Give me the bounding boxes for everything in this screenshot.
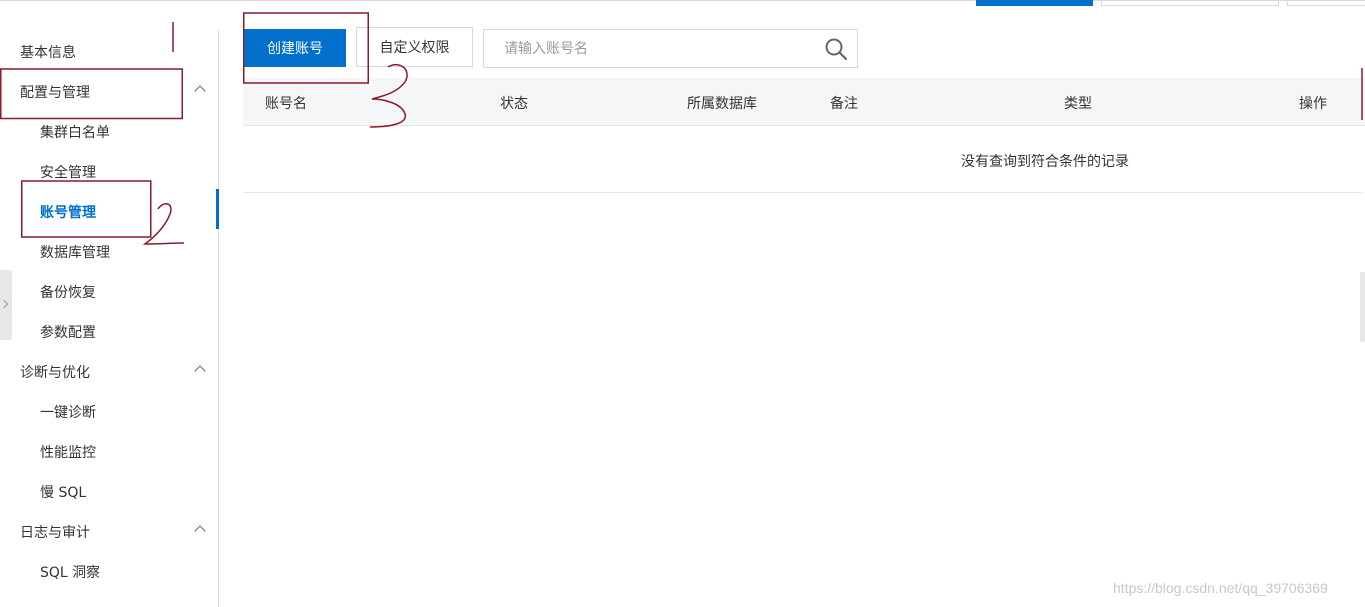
sidebar-item-databases[interactable]: 数据库管理	[0, 232, 218, 272]
sidebar-item-performance[interactable]: 性能监控	[0, 432, 218, 472]
sidebar-item-label: 安全管理	[40, 165, 96, 181]
chevron-up-icon	[194, 85, 206, 97]
sidebar-item-label: 诊断与优化	[20, 365, 90, 381]
custom-permissions-button[interactable]: 自定义权限	[356, 27, 473, 67]
sidebar: 基本信息 配置与管理 集群白名单 安全管理 账号管理 数据库管理 备份恢复 参数…	[0, 30, 218, 607]
sidebar-item-parameters[interactable]: 参数配置	[0, 312, 218, 352]
empty-state-text: 没有查询到符合条件的记录	[961, 154, 1129, 170]
sidebar-item-basic-info[interactable]: 基本信息	[0, 32, 218, 72]
sidebar-group-diagnosis[interactable]: 诊断与优化	[0, 352, 218, 392]
watermark: https://blog.csdn.net/qq_39706369	[1113, 580, 1328, 596]
chevron-right-icon	[0, 299, 9, 309]
create-account-button[interactable]: 创建账号	[244, 29, 346, 67]
sidebar-item-label: 账号管理	[40, 205, 96, 221]
sidebar-item-slow-sql[interactable]: 慢 SQL	[0, 472, 218, 512]
search-icon[interactable]	[824, 37, 848, 61]
sidebar-item-label: 性能监控	[40, 445, 96, 461]
sidebar-item-label: 一键诊断	[40, 405, 96, 421]
sidebar-item-label: 基本信息	[20, 45, 76, 61]
top-button-edge-2[interactable]	[1287, 0, 1365, 6]
sidebar-collapse-toggle[interactable]	[0, 270, 12, 340]
sidebar-item-whitelist[interactable]: 集群白名单	[0, 112, 218, 152]
sidebar-item-label: 日志与审计	[20, 525, 90, 541]
sidebar-group-logs[interactable]: 日志与审计	[0, 512, 218, 552]
sidebar-item-label: 备份恢复	[40, 285, 96, 301]
sidebar-item-security[interactable]: 安全管理	[0, 152, 218, 192]
table-header: 账号名 状态 所属数据库 备注 类型 操作	[243, 78, 1365, 126]
right-panel-toggle[interactable]	[1360, 272, 1365, 342]
column-header-type: 类型	[1064, 96, 1092, 112]
sidebar-item-label: 参数配置	[40, 325, 96, 341]
search-box	[483, 29, 858, 68]
column-header-status: 状态	[500, 96, 528, 112]
search-input[interactable]	[484, 30, 814, 67]
sidebar-item-sql-insight[interactable]: SQL 洞察	[0, 552, 218, 592]
column-header-account-name: 账号名	[265, 96, 307, 112]
active-indicator	[216, 189, 219, 229]
sidebar-item-label: 数据库管理	[40, 245, 110, 261]
chevron-up-icon	[194, 365, 206, 377]
top-primary-button-edge[interactable]	[976, 0, 1093, 6]
sidebar-divider	[218, 30, 219, 607]
table-empty-row: 没有查询到符合条件的记录	[243, 127, 1363, 193]
sidebar-item-label: 集群白名单	[40, 125, 110, 141]
sidebar-item-label: 配置与管理	[20, 85, 90, 101]
sidebar-item-one-click-diagnosis[interactable]: 一键诊断	[0, 392, 218, 432]
sidebar-group-config[interactable]: 配置与管理	[0, 72, 218, 112]
column-header-actions: 操作	[1299, 96, 1327, 112]
column-header-database: 所属数据库	[687, 96, 757, 112]
sidebar-item-label: 慢 SQL	[40, 485, 87, 501]
sidebar-item-accounts[interactable]: 账号管理	[0, 192, 218, 232]
sidebar-item-backup[interactable]: 备份恢复	[0, 272, 218, 312]
chevron-up-icon	[194, 525, 206, 537]
column-header-remark: 备注	[830, 96, 858, 112]
page: 基本信息 配置与管理 集群白名单 安全管理 账号管理 数据库管理 备份恢复 参数…	[0, 0, 1365, 607]
top-button-edge[interactable]	[1101, 0, 1279, 6]
sidebar-item-label: SQL 洞察	[40, 565, 101, 581]
